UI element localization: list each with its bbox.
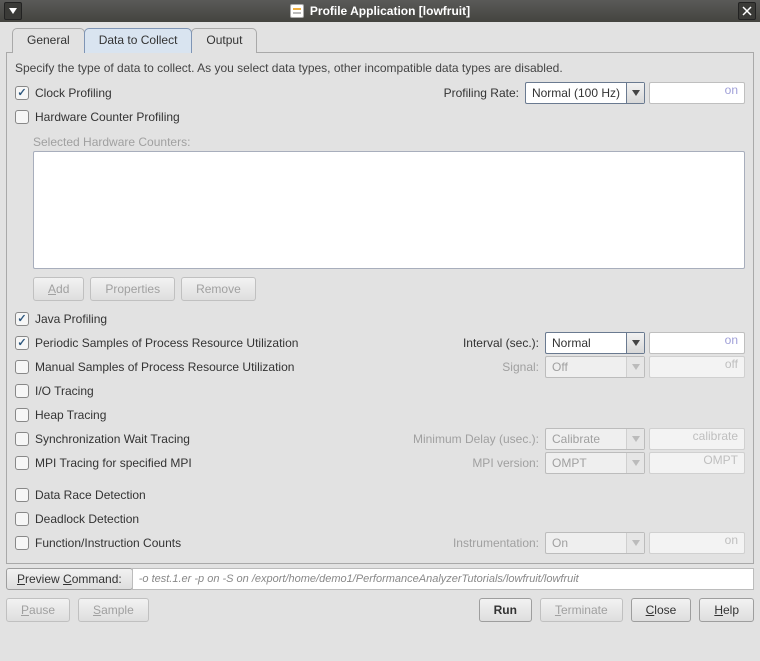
- hwc-checkbox[interactable]: [15, 110, 29, 124]
- java-profiling-checkbox[interactable]: [15, 312, 29, 326]
- periodic-samples-checkbox[interactable]: [15, 336, 29, 350]
- help-button[interactable]: Help: [699, 598, 754, 622]
- chevron-down-icon: [626, 357, 644, 377]
- min-delay-label: Minimum Delay (usec.):: [413, 432, 539, 446]
- sample-button[interactable]: Sample: [78, 598, 149, 622]
- deadlock-label: Deadlock Detection: [35, 512, 139, 526]
- instrumentation-value: on: [649, 532, 745, 554]
- window-title: Profile Application [lowfruit]: [22, 4, 738, 18]
- chevron-down-icon: [626, 453, 644, 473]
- tabs: General Data to Collect Output: [12, 28, 754, 53]
- mpi-version-label: MPI version:: [472, 456, 539, 470]
- hwc-selected-label: Selected Hardware Counters:: [33, 135, 745, 149]
- chevron-down-icon: [626, 429, 644, 449]
- preview-command-text[interactable]: -o test.1.er -p on -S on /export/home/de…: [132, 568, 754, 590]
- hwc-properties-button[interactable]: Properties: [90, 277, 175, 301]
- chevron-down-icon: [626, 533, 644, 553]
- sync-wait-label: Synchronization Wait Tracing: [35, 432, 190, 446]
- min-delay-select: Calibrate: [545, 428, 645, 450]
- window-title-text: Profile Application [lowfruit]: [310, 4, 470, 18]
- window-close-button[interactable]: [738, 2, 756, 20]
- window-menu-button[interactable]: [4, 2, 22, 20]
- mpi-version-select: OMPT: [545, 452, 645, 474]
- deadlock-checkbox[interactable]: [15, 512, 29, 526]
- chevron-down-icon: [626, 83, 644, 103]
- preview-command-button[interactable]: Preview Command:: [6, 568, 133, 590]
- instrumentation-label: Instrumentation:: [453, 536, 539, 550]
- hwc-remove-button[interactable]: Remove: [181, 277, 256, 301]
- tab-output[interactable]: Output: [191, 28, 257, 53]
- data-race-checkbox[interactable]: [15, 488, 29, 502]
- manual-samples-label: Manual Samples of Process Resource Utili…: [35, 360, 294, 374]
- func-counts-label: Function/Instruction Counts: [35, 536, 181, 550]
- mpi-tracing-checkbox[interactable]: [15, 456, 29, 470]
- heap-tracing-label: Heap Tracing: [35, 408, 106, 422]
- chevron-down-icon: [626, 333, 644, 353]
- instruction-text: Specify the type of data to collect. As …: [15, 61, 745, 75]
- title-bar: Profile Application [lowfruit]: [0, 0, 760, 22]
- tab-panel: Specify the type of data to collect. As …: [6, 52, 754, 564]
- io-tracing-label: I/O Tracing: [35, 384, 94, 398]
- sync-wait-checkbox[interactable]: [15, 432, 29, 446]
- heap-tracing-checkbox[interactable]: [15, 408, 29, 422]
- tab-data-to-collect[interactable]: Data to Collect: [84, 28, 193, 53]
- app-icon: [290, 4, 304, 18]
- profiling-rate-select[interactable]: Normal (100 Hz): [525, 82, 645, 104]
- close-button[interactable]: Close: [631, 598, 692, 622]
- terminate-button[interactable]: Terminate: [540, 598, 623, 622]
- hwc-label: Hardware Counter Profiling: [35, 110, 180, 124]
- manual-samples-checkbox[interactable]: [15, 360, 29, 374]
- interval-value[interactable]: on: [649, 332, 745, 354]
- run-button[interactable]: Run: [479, 598, 532, 622]
- hwc-listbox[interactable]: [33, 151, 745, 269]
- signal-select: Off: [545, 356, 645, 378]
- profiling-rate-value[interactable]: on: [649, 82, 745, 104]
- mpi-tracing-label: MPI Tracing for specified MPI: [35, 456, 192, 470]
- instrumentation-select: On: [545, 532, 645, 554]
- clock-profiling-label: Clock Profiling: [35, 86, 112, 100]
- interval-label: Interval (sec.):: [463, 336, 539, 350]
- mpi-version-value: OMPT: [649, 452, 745, 474]
- profiling-rate-label: Profiling Rate:: [444, 86, 519, 100]
- java-profiling-label: Java Profiling: [35, 312, 107, 326]
- pause-button[interactable]: Pause: [6, 598, 70, 622]
- func-counts-checkbox[interactable]: [15, 536, 29, 550]
- periodic-samples-label: Periodic Samples of Process Resource Uti…: [35, 336, 298, 350]
- tab-general[interactable]: General: [12, 28, 85, 53]
- interval-select[interactable]: Normal: [545, 332, 645, 354]
- hwc-add-button[interactable]: Add: [33, 277, 84, 301]
- clock-profiling-checkbox[interactable]: [15, 86, 29, 100]
- signal-value: off: [649, 356, 745, 378]
- signal-label: Signal:: [502, 360, 539, 374]
- io-tracing-checkbox[interactable]: [15, 384, 29, 398]
- min-delay-value: calibrate: [649, 428, 745, 450]
- data-race-label: Data Race Detection: [35, 488, 146, 502]
